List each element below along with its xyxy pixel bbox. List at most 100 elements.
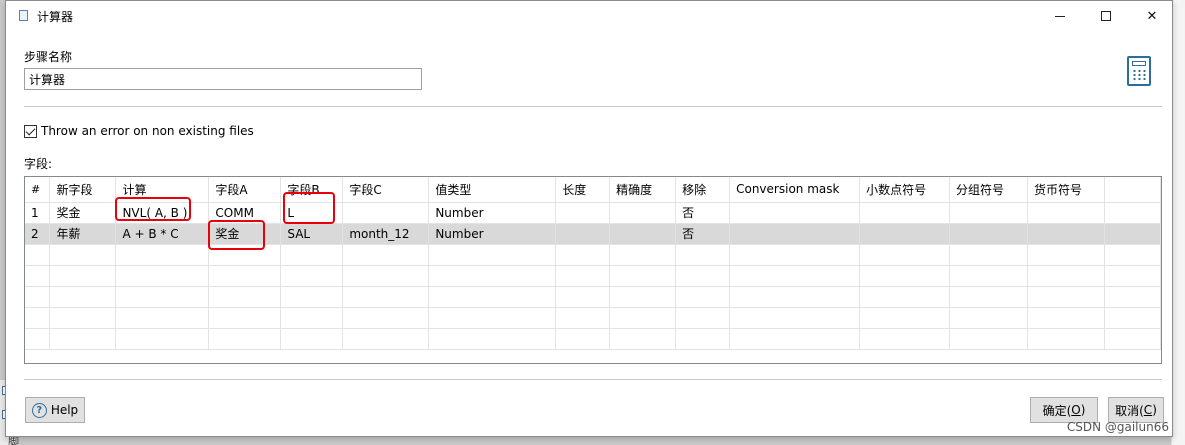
table-cell[interactable] <box>115 307 210 329</box>
table-cell[interactable] <box>342 328 430 350</box>
throw-error-option[interactable]: Throw an error on non existing files <box>24 124 254 138</box>
table-cell[interactable] <box>280 244 344 266</box>
table-cell[interactable] <box>609 223 677 245</box>
table-cell[interactable] <box>859 328 951 350</box>
table-cell[interactable] <box>729 265 861 287</box>
table-cell[interactable] <box>49 307 117 329</box>
table-cell[interactable] <box>675 328 731 350</box>
table-cell[interactable] <box>675 244 731 266</box>
maximize-button[interactable] <box>1083 1 1129 31</box>
table-cell[interactable] <box>949 223 1029 245</box>
table-cell[interactable] <box>609 244 677 266</box>
table-cell[interactable] <box>859 265 951 287</box>
table-cell[interactable]: NVL( A, B ) <box>115 202 210 224</box>
column-header-number[interactable]: ^ # <box>25 177 51 203</box>
table-cell[interactable]: SAL <box>280 223 344 245</box>
table-cell[interactable] <box>949 244 1029 266</box>
table-cell[interactable]: month_12 <box>342 223 430 245</box>
table-cell[interactable] <box>555 328 611 350</box>
table-cell[interactable] <box>428 307 557 329</box>
table-cell[interactable] <box>675 307 731 329</box>
table-cell[interactable] <box>949 265 1029 287</box>
table-cell[interactable] <box>49 328 117 350</box>
table-cell[interactable]: 否 <box>675 202 731 224</box>
table-cell[interactable] <box>49 265 117 287</box>
table-cell[interactable] <box>859 223 951 245</box>
table-cell[interactable]: Number <box>428 223 557 245</box>
step-name-input[interactable] <box>24 68 422 90</box>
row-number-cell[interactable]: 1 <box>25 202 51 224</box>
table-cell[interactable] <box>729 244 861 266</box>
table-cell[interactable] <box>555 202 611 224</box>
table-cell[interactable] <box>342 307 430 329</box>
table-cell[interactable] <box>609 307 677 329</box>
table-cell[interactable] <box>342 286 430 308</box>
column-header[interactable]: 字段A <box>208 177 282 203</box>
table-cell[interactable] <box>1027 286 1105 308</box>
row-number-cell[interactable]: 2 <box>25 223 51 245</box>
table-cell[interactable] <box>555 286 611 308</box>
table-cell[interactable] <box>115 265 210 287</box>
column-header[interactable]: Conversion mask <box>729 177 861 203</box>
empty-table-row[interactable] <box>25 286 1161 308</box>
column-header[interactable]: 分组符号 <box>949 177 1029 203</box>
table-cell[interactable] <box>428 265 557 287</box>
table-cell[interactable] <box>342 265 430 287</box>
table-cell[interactable] <box>949 307 1029 329</box>
table-cell[interactable]: Number <box>428 202 557 224</box>
table-cell[interactable] <box>609 328 677 350</box>
table-cell[interactable] <box>729 223 861 245</box>
table-cell[interactable] <box>115 244 210 266</box>
table-cell[interactable] <box>342 244 430 266</box>
table-cell[interactable] <box>859 244 951 266</box>
column-header[interactable]: 货币符号 <box>1027 177 1105 203</box>
table-cell[interactable] <box>428 328 557 350</box>
column-header[interactable]: 新字段 <box>49 177 117 203</box>
table-cell[interactable] <box>1027 265 1105 287</box>
row-number-cell[interactable] <box>25 307 51 329</box>
table-cell[interactable] <box>208 244 282 266</box>
table-cell[interactable] <box>208 328 282 350</box>
table-row[interactable]: 1 奖金 NVL( A, B ) COMM L Number 否 <box>25 202 1161 224</box>
row-number-cell[interactable] <box>25 328 51 350</box>
column-header[interactable]: 字段C <box>342 177 430 203</box>
table-cell[interactable] <box>280 307 344 329</box>
table-cell[interactable] <box>609 202 677 224</box>
column-header[interactable]: 计算 <box>115 177 210 203</box>
empty-table-row[interactable] <box>25 265 1161 287</box>
table-cell[interactable] <box>859 202 951 224</box>
table-cell[interactable] <box>280 286 344 308</box>
table-cell[interactable] <box>208 286 282 308</box>
table-cell[interactable] <box>859 286 951 308</box>
minimize-button[interactable] <box>1037 1 1083 31</box>
table-cell[interactable] <box>555 265 611 287</box>
table-cell[interactable] <box>675 286 731 308</box>
table-cell[interactable] <box>1027 307 1105 329</box>
table-cell[interactable] <box>49 286 117 308</box>
row-number-cell[interactable] <box>25 265 51 287</box>
column-header[interactable]: 精确度 <box>609 177 677 203</box>
table-cell[interactable] <box>609 265 677 287</box>
close-button[interactable]: ✕ <box>1129 1 1175 31</box>
table-cell[interactable] <box>729 202 861 224</box>
table-cell[interactable] <box>675 265 731 287</box>
column-header[interactable]: 小数点符号 <box>859 177 951 203</box>
empty-table-row[interactable] <box>25 244 1161 266</box>
table-cell[interactable]: 奖金 <box>208 223 282 245</box>
table-cell[interactable] <box>859 307 951 329</box>
table-cell[interactable] <box>280 328 344 350</box>
table-cell[interactable]: 否 <box>675 223 731 245</box>
table-cell[interactable] <box>208 307 282 329</box>
table-cell[interactable]: 年薪 <box>49 223 117 245</box>
table-row[interactable]: 2 年薪 A + B * C 奖金 SAL month_12 Number 否 <box>25 223 1161 245</box>
table-cell[interactable]: 奖金 <box>49 202 117 224</box>
table-cell[interactable] <box>555 223 611 245</box>
empty-table-row[interactable] <box>25 328 1161 350</box>
table-cell[interactable] <box>1027 223 1105 245</box>
column-header[interactable]: 移除 <box>675 177 731 203</box>
column-header[interactable]: 值类型 <box>428 177 557 203</box>
throw-error-checkbox[interactable] <box>24 124 37 138</box>
table-cell[interactable] <box>1027 244 1105 266</box>
table-cell[interactable] <box>280 265 344 287</box>
table-cell[interactable]: L <box>280 202 344 224</box>
